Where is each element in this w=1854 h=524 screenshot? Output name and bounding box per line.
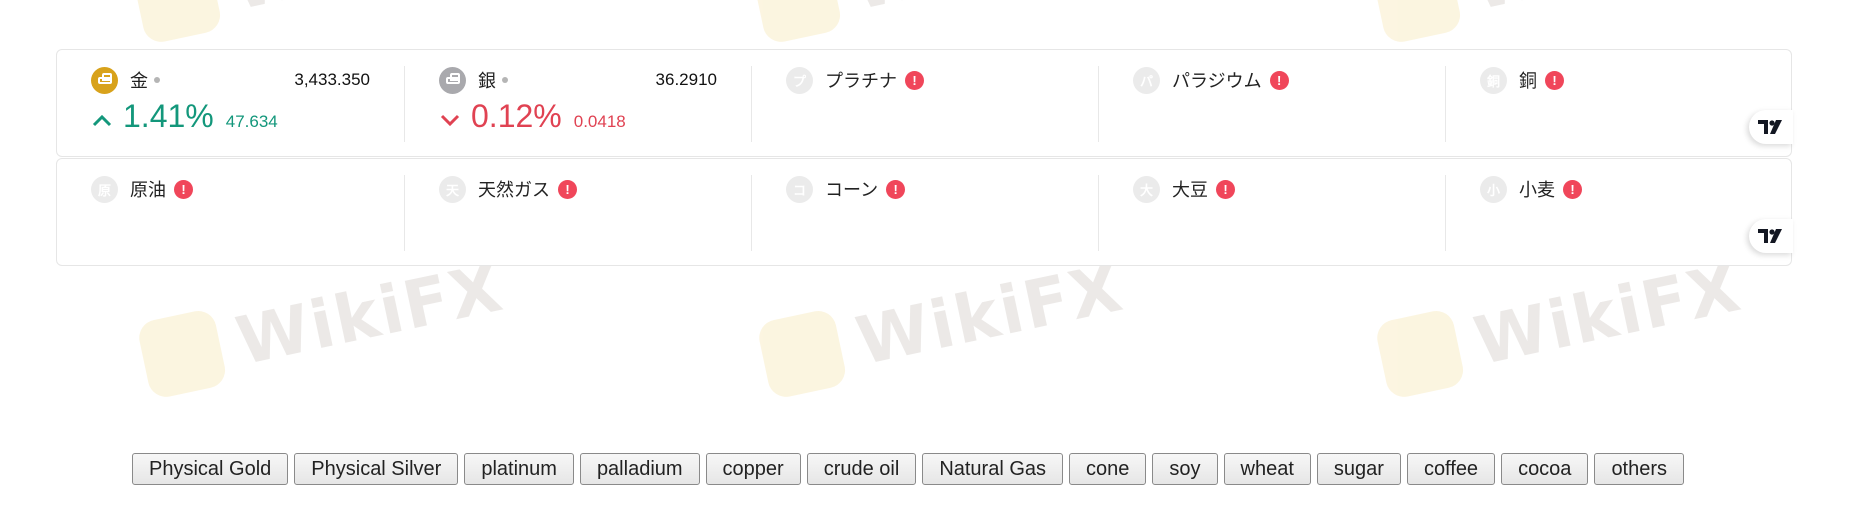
- soy-button[interactable]: soy: [1152, 453, 1218, 485]
- ticker-name: コーン: [825, 180, 879, 200]
- ticker-name: 原油: [130, 180, 166, 200]
- ticker-change-percent: 0.12%: [471, 98, 562, 134]
- copper-button[interactable]: copper: [705, 453, 801, 485]
- ticker-name: 天然ガス: [478, 180, 550, 200]
- watermark-logo-icon: [135, 307, 229, 401]
- chevron-up-icon: [91, 109, 113, 131]
- ticker-change-value: 47.634: [225, 112, 278, 131]
- silver-bar-icon: [439, 66, 466, 94]
- tradingview-logo-icon[interactable]: [1749, 219, 1793, 253]
- market-status-dot: [154, 77, 160, 83]
- tradingview-logo-icon[interactable]: [1749, 110, 1793, 144]
- ticker-name: プラチナ: [825, 71, 897, 91]
- ticker-price: 3,433.350: [294, 70, 370, 89]
- ticker-wheat[interactable]: 小 小麦 !: [1445, 175, 1792, 251]
- palladium-symbol-icon: パ: [1133, 66, 1160, 94]
- natural-gas-symbol-icon: 天: [439, 175, 466, 203]
- error-icon[interactable]: !: [1545, 70, 1564, 90]
- ticker-platinum[interactable]: プ プラチナ !: [751, 66, 1098, 142]
- market-status-dot: [502, 77, 508, 83]
- crude-oil-button[interactable]: crude oil: [806, 453, 917, 485]
- ticker-silver[interactable]: 銀 36.2910 0.12% 0.0418: [404, 66, 751, 142]
- ticker-name: パラジウム: [1172, 71, 1262, 91]
- ticker-tape-commodities: 原 原油 ! 天 天然ガス ! コ コーン ! 大 大豆 ! 小 小麦 !: [56, 158, 1793, 266]
- platinum-button[interactable]: platinum: [464, 453, 574, 485]
- ticker-name: 銅: [1519, 71, 1537, 91]
- copper-symbol-icon: 銅: [1480, 66, 1507, 94]
- watermark-text: WikiFX: [229, 248, 510, 380]
- wheat-symbol-icon: 小: [1480, 175, 1507, 203]
- error-icon[interactable]: !: [1563, 179, 1582, 199]
- palladium-button[interactable]: palladium: [579, 453, 700, 485]
- ticker-name: 銀: [478, 71, 496, 91]
- error-icon[interactable]: !: [1216, 179, 1235, 199]
- watermark-logo-icon: [130, 0, 224, 46]
- watermark-text: WikiFX: [225, 0, 505, 25]
- gold-bar-icon: [91, 66, 118, 94]
- ticker-gold[interactable]: 金 3,433.350 1.41% 47.634: [57, 66, 404, 142]
- watermark-text: WikiFX: [849, 248, 1130, 380]
- natural-gas-button[interactable]: Natural Gas: [922, 453, 1064, 485]
- watermark-logo-icon: [1370, 0, 1464, 46]
- ticker-name: 小麦: [1519, 180, 1555, 200]
- watermark-logo-icon: [755, 307, 849, 401]
- others-button[interactable]: others: [1594, 453, 1685, 485]
- ticker-corn[interactable]: コ コーン !: [751, 175, 1098, 251]
- ticker-change-percent: 1.41%: [123, 98, 214, 134]
- error-icon[interactable]: !: [174, 179, 193, 199]
- ticker-soybean[interactable]: 大 大豆 !: [1098, 175, 1445, 251]
- ticker-copper[interactable]: 銅 銅 !: [1445, 66, 1792, 142]
- ticker-tape-metals: 金 3,433.350 1.41% 47.634 銀 36.2910 0.12%…: [56, 49, 1793, 157]
- watermark: WikiFX: [750, 0, 1125, 46]
- watermark-logo-icon: [1373, 307, 1467, 401]
- ticker-natural-gas[interactable]: 天 天然ガス !: [404, 175, 751, 251]
- sugar-button[interactable]: sugar: [1316, 453, 1401, 485]
- ticker-price: 36.2910: [655, 70, 717, 89]
- watermark: WikiFX: [1370, 0, 1745, 46]
- cocoa-button[interactable]: cocoa: [1501, 453, 1589, 485]
- ticker-crude-oil[interactable]: 原 原油 !: [57, 175, 404, 251]
- error-icon[interactable]: !: [1269, 70, 1289, 90]
- cone-button[interactable]: cone: [1069, 453, 1147, 485]
- watermark-text: WikiFX: [1467, 248, 1748, 380]
- crude-oil-symbol-icon: 原: [91, 175, 118, 203]
- ticker-name: 金: [130, 71, 148, 91]
- physical-silver-button[interactable]: Physical Silver: [294, 453, 459, 485]
- watermark: WikiFX: [1373, 248, 1748, 401]
- ticker-change-value: 0.0418: [573, 112, 626, 131]
- watermark-text: WikiFX: [1465, 0, 1745, 25]
- error-icon[interactable]: !: [886, 179, 906, 199]
- ticker-palladium[interactable]: パ パラジウム !: [1098, 66, 1445, 142]
- soybean-symbol-icon: 大: [1133, 175, 1160, 203]
- watermark: WikiFX: [135, 248, 510, 401]
- chevron-down-icon: [439, 109, 461, 131]
- watermark-text: WikiFX: [845, 0, 1125, 25]
- watermark: WikiFX: [130, 0, 505, 46]
- corn-symbol-icon: コ: [786, 175, 813, 203]
- error-icon[interactable]: !: [558, 179, 577, 199]
- physical-gold-button[interactable]: Physical Gold: [132, 453, 289, 485]
- ticker-name: 大豆: [1172, 180, 1208, 200]
- watermark: WikiFX: [755, 248, 1130, 401]
- wheat-button[interactable]: wheat: [1223, 453, 1311, 485]
- platinum-symbol-icon: プ: [786, 66, 813, 94]
- error-icon[interactable]: !: [905, 70, 924, 90]
- watermark-logo-icon: [750, 0, 844, 46]
- commodity-filter-buttons: Physical Gold Physical Silver platinum p…: [132, 453, 1685, 485]
- coffee-button[interactable]: coffee: [1406, 453, 1496, 485]
